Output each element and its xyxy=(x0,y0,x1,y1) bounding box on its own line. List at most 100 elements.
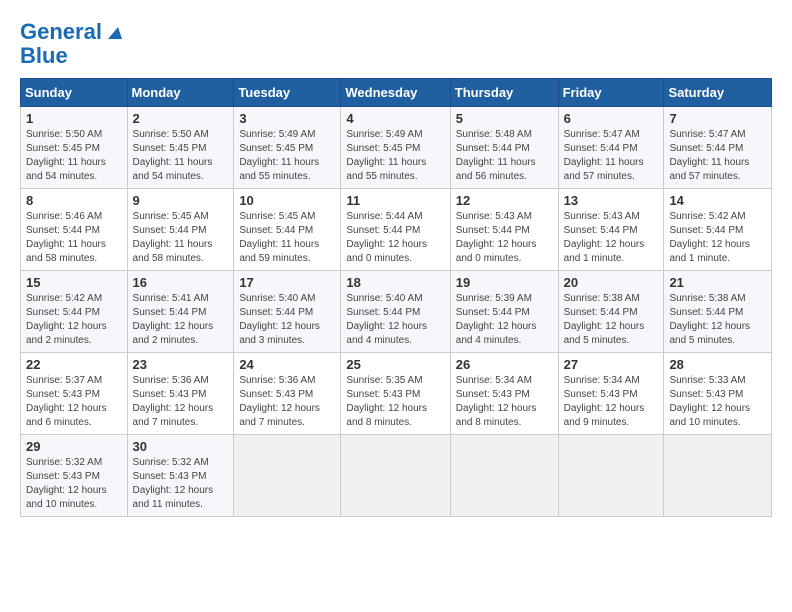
day-number: 14 xyxy=(669,193,766,208)
logo-text: General xyxy=(20,20,102,44)
day-number: 24 xyxy=(239,357,335,372)
day-info: Sunrise: 5:41 AM Sunset: 5:44 PM Dayligh… xyxy=(133,292,229,348)
calendar-cell: 30Sunrise: 5:32 AM Sunset: 5:43 PM Dayli… xyxy=(127,435,234,517)
day-number: 11 xyxy=(346,193,444,208)
calendar-table: SundayMondayTuesdayWednesdayThursdayFrid… xyxy=(20,78,772,517)
calendar-cell: 13 Sunrise: 5:43 AM Sunset: 5:44 PM Dayli… xyxy=(558,189,664,271)
day-info: Sunrise: 5:39 AM Sunset: 5:44 PM Dayligh… xyxy=(456,292,553,348)
day-info: Sunrise: 5:35 AM Sunset: 5:43 PM Dayligh… xyxy=(346,374,444,430)
header-wednesday: Wednesday xyxy=(341,79,450,107)
calendar-cell xyxy=(341,435,450,517)
day-info: Sunrise: 5:45 AM Sunset: 5:44 PM Dayligh… xyxy=(133,210,229,266)
day-number: 29 xyxy=(26,439,122,454)
calendar-cell: 16 Sunrise: 5:41 AM Sunset: 5:44 PM Dayli… xyxy=(127,271,234,353)
day-info: Sunrise: 5:46 AM Sunset: 5:44 PM Dayligh… xyxy=(26,210,122,266)
calendar-cell: 25Sunrise: 5:35 AM Sunset: 5:43 PM Dayli… xyxy=(341,353,450,435)
header-saturday: Saturday xyxy=(664,79,772,107)
logo: General Blue xyxy=(20,20,122,68)
header: General Blue xyxy=(20,20,772,68)
day-number: 16 xyxy=(133,275,229,290)
day-info: Sunrise: 5:45 AM Sunset: 5:44 PM Dayligh… xyxy=(239,210,335,266)
day-info: Sunrise: 5:37 AM Sunset: 5:43 PM Dayligh… xyxy=(26,374,122,430)
calendar-cell: 22Sunrise: 5:37 AM Sunset: 5:43 PM Dayli… xyxy=(21,353,128,435)
calendar-cell xyxy=(664,435,772,517)
day-number: 8 xyxy=(26,193,122,208)
calendar-cell: 17 Sunrise: 5:40 AM Sunset: 5:44 PM Dayli… xyxy=(234,271,341,353)
week-row-4: 29 Sunrise: 5:32 AM Sunset: 5:43 PM Dayli… xyxy=(21,435,772,517)
day-info: Sunrise: 5:38 AM Sunset: 5:44 PM Dayligh… xyxy=(669,292,766,348)
calendar-cell: 21 Sunrise: 5:38 AM Sunset: 5:44 PM Dayli… xyxy=(664,271,772,353)
calendar-cell: 24 Sunrise: 5:36 AM Sunset: 5:43 PM Dayli… xyxy=(234,353,341,435)
day-info: Sunrise: 5:48 AM Sunset: 5:44 PM Dayligh… xyxy=(456,128,553,184)
day-info: Sunrise: 5:36 AM Sunset: 5:43 PM Dayligh… xyxy=(239,374,335,430)
day-number: 3 xyxy=(239,111,335,126)
calendar-cell: 4 Sunrise: 5:49 AM Sunset: 5:45 PM Daylig… xyxy=(341,107,450,189)
day-number: 4 xyxy=(346,111,444,126)
day-info: Sunrise: 5:32 AM Sunset: 5:43 PM Dayligh… xyxy=(133,456,229,512)
day-info: Sunrise: 5:33 AM Sunset: 5:43 PM Dayligh… xyxy=(669,374,766,430)
day-info: Sunrise: 5:36 AM Sunset: 5:43 PM Dayligh… xyxy=(133,374,229,430)
calendar-cell: 26 Sunrise: 5:34 AM Sunset: 5:43 PM Dayli… xyxy=(450,353,558,435)
header-friday: Friday xyxy=(558,79,664,107)
calendar-cell xyxy=(450,435,558,517)
calendar-cell: 11 Sunrise: 5:44 AM Sunset: 5:44 PM Dayli… xyxy=(341,189,450,271)
day-number: 20 xyxy=(564,275,659,290)
calendar-cell: 15 Sunrise: 5:42 AM Sunset: 5:44 PM Dayli… xyxy=(21,271,128,353)
calendar-cell: 12 Sunrise: 5:43 AM Sunset: 5:44 PM Dayli… xyxy=(450,189,558,271)
header-sunday: Sunday xyxy=(21,79,128,107)
calendar-cell: 29 Sunrise: 5:32 AM Sunset: 5:43 PM Dayli… xyxy=(21,435,128,517)
day-info: Sunrise: 5:38 AM Sunset: 5:44 PM Dayligh… xyxy=(564,292,659,348)
calendar-cell: 23Sunrise: 5:36 AM Sunset: 5:43 PM Dayli… xyxy=(127,353,234,435)
calendar-cell: 1 Sunrise: 5:50 AM Sunset: 5:45 PM Daylig… xyxy=(21,107,128,189)
day-number: 19 xyxy=(456,275,553,290)
calendar-cell: 19 Sunrise: 5:39 AM Sunset: 5:44 PM Dayli… xyxy=(450,271,558,353)
day-number: 26 xyxy=(456,357,553,372)
day-number: 28 xyxy=(669,357,766,372)
header-thursday: Thursday xyxy=(450,79,558,107)
week-row-2: 15 Sunrise: 5:42 AM Sunset: 5:44 PM Dayli… xyxy=(21,271,772,353)
day-info: Sunrise: 5:42 AM Sunset: 5:44 PM Dayligh… xyxy=(669,210,766,266)
day-number: 7 xyxy=(669,111,766,126)
calendar-cell: 9Sunrise: 5:45 AM Sunset: 5:44 PM Daylig… xyxy=(127,189,234,271)
calendar-cell: 5 Sunrise: 5:48 AM Sunset: 5:44 PM Daylig… xyxy=(450,107,558,189)
day-info: Sunrise: 5:50 AM Sunset: 5:45 PM Dayligh… xyxy=(133,128,229,184)
calendar-cell: 3 Sunrise: 5:49 AM Sunset: 5:45 PM Daylig… xyxy=(234,107,341,189)
day-info: Sunrise: 5:49 AM Sunset: 5:45 PM Dayligh… xyxy=(346,128,444,184)
calendar-cell: 18Sunrise: 5:40 AM Sunset: 5:44 PM Dayli… xyxy=(341,271,450,353)
header-monday: Monday xyxy=(127,79,234,107)
day-info: Sunrise: 5:47 AM Sunset: 5:44 PM Dayligh… xyxy=(564,128,659,184)
header-tuesday: Tuesday xyxy=(234,79,341,107)
logo-blue: Blue xyxy=(20,44,68,68)
day-number: 1 xyxy=(26,111,122,126)
day-number: 2 xyxy=(133,111,229,126)
day-number: 15 xyxy=(26,275,122,290)
day-info: Sunrise: 5:47 AM Sunset: 5:44 PM Dayligh… xyxy=(669,128,766,184)
day-number: 18 xyxy=(346,275,444,290)
day-info: Sunrise: 5:50 AM Sunset: 5:45 PM Dayligh… xyxy=(26,128,122,184)
day-info: Sunrise: 5:43 AM Sunset: 5:44 PM Dayligh… xyxy=(564,210,659,266)
week-row-1: 8 Sunrise: 5:46 AM Sunset: 5:44 PM Daylig… xyxy=(21,189,772,271)
day-info: Sunrise: 5:44 AM Sunset: 5:44 PM Dayligh… xyxy=(346,210,444,266)
day-info: Sunrise: 5:49 AM Sunset: 5:45 PM Dayligh… xyxy=(239,128,335,184)
day-info: Sunrise: 5:43 AM Sunset: 5:44 PM Dayligh… xyxy=(456,210,553,266)
day-number: 13 xyxy=(564,193,659,208)
calendar-cell: 20 Sunrise: 5:38 AM Sunset: 5:44 PM Dayli… xyxy=(558,271,664,353)
calendar-cell: 28 Sunrise: 5:33 AM Sunset: 5:43 PM Dayli… xyxy=(664,353,772,435)
calendar-cell: 6Sunrise: 5:47 AM Sunset: 5:44 PM Daylig… xyxy=(558,107,664,189)
day-number: 21 xyxy=(669,275,766,290)
day-number: 27 xyxy=(564,357,659,372)
calendar-cell xyxy=(234,435,341,517)
day-info: Sunrise: 5:34 AM Sunset: 5:43 PM Dayligh… xyxy=(564,374,659,430)
day-info: Sunrise: 5:42 AM Sunset: 5:44 PM Dayligh… xyxy=(26,292,122,348)
day-info: Sunrise: 5:34 AM Sunset: 5:43 PM Dayligh… xyxy=(456,374,553,430)
week-row-0: 1 Sunrise: 5:50 AM Sunset: 5:45 PM Daylig… xyxy=(21,107,772,189)
day-info: Sunrise: 5:40 AM Sunset: 5:44 PM Dayligh… xyxy=(239,292,335,348)
calendar-cell: 10Sunrise: 5:45 AM Sunset: 5:44 PM Dayli… xyxy=(234,189,341,271)
calendar-cell: 7 Sunrise: 5:47 AM Sunset: 5:44 PM Daylig… xyxy=(664,107,772,189)
week-row-3: 22Sunrise: 5:37 AM Sunset: 5:43 PM Dayli… xyxy=(21,353,772,435)
day-number: 17 xyxy=(239,275,335,290)
calendar-cell: 27 Sunrise: 5:34 AM Sunset: 5:43 PM Dayli… xyxy=(558,353,664,435)
day-number: 5 xyxy=(456,111,553,126)
day-number: 12 xyxy=(456,193,553,208)
day-info: Sunrise: 5:32 AM Sunset: 5:43 PM Dayligh… xyxy=(26,456,122,512)
